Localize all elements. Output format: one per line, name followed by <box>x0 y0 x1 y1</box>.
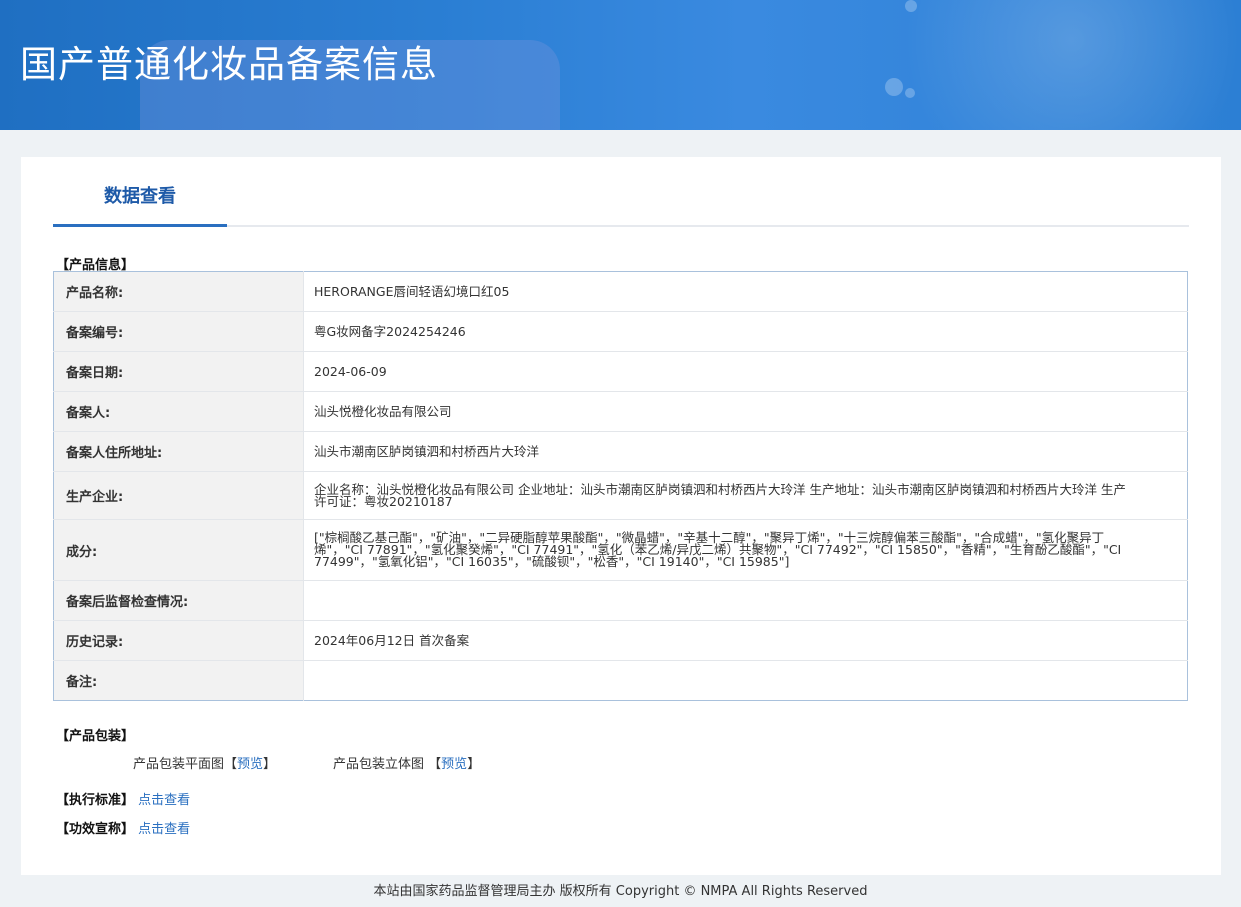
info-row-value: 粤G妆网备字2024254246 <box>303 311 1188 352</box>
header-banner: 国产普通化妆品备案信息 <box>0 0 1241 130</box>
banner-dot <box>905 88 915 98</box>
info-row-key: 备注: <box>53 660 304 701</box>
info-row: 成分: ["棕榈酸乙基己酯"，"矿油"，"二异硬脂醇苹果酸酯"，"微晶蜡"，"辛基… <box>53 519 1188 581</box>
info-row-key: 备案编号: <box>53 311 304 352</box>
info-row-key: 成分: <box>53 519 304 581</box>
info-row-key: 备案后监督检查情况: <box>53 580 304 621</box>
banner-dot <box>885 78 903 96</box>
info-row: 备案日期: 2024-06-09 <box>53 351 1188 392</box>
info-row-key: 备案日期: <box>53 351 304 392</box>
info-row: 备案编号: 粤G妆网备字2024254246 <box>53 311 1188 352</box>
info-row: 备案人: 汕头悦橙化妆品有限公司 <box>53 391 1188 432</box>
efficacy-label: 【功效宣称】 <box>56 822 135 837</box>
info-row: 备案人住所地址: 汕头市潮南区胪岗镇泗和村桥西片大玲洋 <box>53 431 1188 472</box>
info-row-value: 2024-06-09 <box>303 351 1188 392</box>
info-row-value <box>303 580 1188 621</box>
standard-label: 【执行标准】 <box>56 793 135 808</box>
content-card: 数据查看 【产品信息】 产品名称: HERORANGE唇间轻语幻境口红05 备案编号… <box>21 157 1221 875</box>
standard-view-link[interactable]: 点击查看 <box>138 793 190 808</box>
tab-data-view[interactable]: 数据查看 <box>53 157 227 227</box>
efficacy-view-link[interactable]: 点击查看 <box>138 822 190 837</box>
info-row: 历史记录: 2024年06月12日 首次备案 <box>53 620 1188 661</box>
tab-bar: 数据查看 <box>53 157 1189 227</box>
package-stereo-preview-link[interactable]: 预览 <box>441 757 467 772</box>
bracket: 【 <box>428 757 442 772</box>
banner-glow <box>820 0 1240 130</box>
info-row-value: HERORANGE唇间轻语幻境口红05 <box>314 283 510 299</box>
package-stereo-item: 产品包装立体图 【预览】 <box>333 753 480 772</box>
info-row-key: 生产企业: <box>53 471 304 520</box>
package-flat-label: 产品包装平面图 <box>133 757 225 772</box>
package-flat-item: 产品包装平面图【预览】 <box>133 753 276 772</box>
info-row-value <box>303 660 1188 701</box>
efficacy-row: 【功效宣称】 点击查看 <box>56 818 190 837</box>
package-stereo-label: 产品包装立体图 <box>333 757 425 772</box>
bracket: 【 <box>224 757 238 772</box>
page-title: 国产普通化妆品备案信息 <box>20 43 438 86</box>
info-row-value: ["棕榈酸乙基己酯"，"矿油"，"二异硬脂醇苹果酸酯"，"微晶蜡"，"辛基十二醇… <box>303 519 1188 581</box>
info-row-value: 2024年06月12日 首次备案 <box>303 620 1188 661</box>
info-row-key: 备案人: <box>53 391 304 432</box>
info-row-value: 汕头市潮南区胪岗镇泗和村桥西片大玲洋 <box>303 431 1188 472</box>
info-row-value: 汕头悦橙化妆品有限公司 <box>303 391 1188 432</box>
product-info-table: 产品名称: HERORANGE唇间轻语幻境口红05 备案编号: 粤G妆网备字20242… <box>53 271 1188 701</box>
info-row-key: 备案人住所地址: <box>53 431 304 472</box>
bracket: 】 <box>263 757 277 772</box>
info-row: 备注: <box>53 660 1188 701</box>
standard-row: 【执行标准】 点击查看 <box>56 789 190 808</box>
package-flat-preview-link[interactable]: 预览 <box>237 757 263 772</box>
info-row: 产品名称: HERORANGE唇间轻语幻境口红05 <box>53 271 1188 312</box>
info-row-key: 产品名称: <box>53 271 304 312</box>
info-row: 生产企业: 企业名称：汕头悦橙化妆品有限公司 企业地址：汕头市潮南区胪岗镇泗和村桥… <box>53 471 1188 520</box>
banner-dot <box>905 0 917 12</box>
info-row-key: 历史记录: <box>53 620 304 661</box>
info-row: 备案后监督检查情况: <box>53 580 1188 621</box>
packaging-title: 【产品包装】 <box>56 729 135 744</box>
info-row-value: 企业名称：汕头悦橙化妆品有限公司 企业地址：汕头市潮南区胪岗镇泗和村桥西片大玲洋… <box>303 471 1188 520</box>
footer-copyright: 本站由国家药品监督管理局主办 版权所有 Copyright © NMPA All… <box>373 884 868 899</box>
bracket: 】 <box>467 757 481 772</box>
